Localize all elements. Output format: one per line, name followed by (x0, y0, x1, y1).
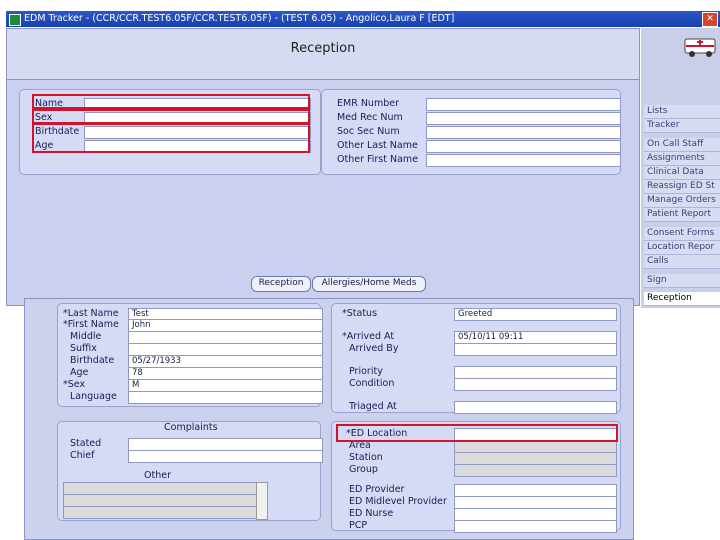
sidebar-item-calls[interactable]: Calls (644, 255, 720, 269)
other-last-name-label: Other Last Name (337, 140, 418, 151)
priority-label: Priority (349, 366, 383, 377)
tab-reception[interactable]: Reception (251, 276, 311, 292)
page-title: Reception (290, 41, 356, 56)
chief-label: Chief (70, 450, 95, 461)
ed-location-highlight-box (336, 424, 618, 442)
patient-search-panel: Name Sex Birthdate Age (19, 89, 321, 175)
pcp-label: PCP (349, 520, 368, 531)
ambulance-icon (684, 38, 716, 57)
patient-info-panel: *Last Name Test *First Name John Middle … (57, 303, 323, 407)
ed-midlevel-provider-label: ED Midlevel Provider (349, 496, 447, 507)
other-complaint-scrollbar[interactable] (256, 482, 268, 520)
header-band: Reception (7, 29, 639, 80)
chief-field[interactable] (128, 450, 323, 463)
soc-sec-num-field[interactable] (426, 126, 621, 139)
birthdate-label-detail: Birthdate (70, 355, 115, 366)
complaints-title: Complaints (164, 422, 218, 433)
location-panel: *ED Location Area Station Group ED Provi… (331, 421, 621, 533)
middle-label: Middle (70, 331, 102, 342)
sex-highlight-box (32, 109, 310, 124)
sidebar-item-tracker[interactable]: Tracker (644, 119, 720, 133)
sidebar-item-clinical-data[interactable]: Clinical Data (644, 166, 720, 180)
visit-status-panel: *Status Greeted *Arrived At 05/10/11 09:… (331, 303, 621, 414)
group-label: Group (349, 464, 378, 475)
condition-field[interactable] (454, 378, 617, 391)
med-rec-num-field[interactable] (426, 112, 621, 125)
sidebar-item-reassign-ed-staff[interactable]: Reassign ED St (644, 180, 720, 194)
sidebar-item-location-report[interactable]: Location Repor (644, 241, 720, 255)
arrived-by-field[interactable] (454, 343, 617, 356)
sidebar-item-patient-reports[interactable]: Patient Report (644, 208, 720, 222)
other-label: Other (144, 470, 171, 481)
group-field[interactable] (454, 464, 617, 477)
tab-allergies-home-meds[interactable]: Allergies/Home Meds (312, 276, 426, 292)
sidebar-item-sign[interactable]: Sign (644, 274, 720, 288)
sidebar-item-manage-orders[interactable]: Manage Orders (644, 194, 720, 208)
emr-number-label: EMR Number (337, 98, 399, 109)
language-label: Language (70, 391, 117, 402)
sidebar-item-lists[interactable]: Lists (644, 105, 720, 119)
condition-label: Condition (349, 378, 395, 389)
soc-sec-num-label: Soc Sec Num (337, 126, 400, 137)
stated-label: Stated (70, 438, 102, 449)
name-highlight-box (32, 94, 310, 109)
other-first-name-label: Other First Name (337, 154, 419, 165)
patient-id-panel: EMR Number Med Rec Num Soc Sec Num Other… (321, 89, 621, 175)
sidebar: Lists Tracker On Call Staff Assignments … (641, 28, 720, 308)
other-first-name-field[interactable] (426, 154, 621, 167)
first-name-label: *First Name (63, 319, 119, 330)
close-button[interactable]: ✕ (702, 12, 718, 27)
birthdate-age-highlight-box (32, 123, 310, 153)
triaged-at-field[interactable] (454, 401, 617, 414)
app-icon (9, 14, 21, 26)
last-name-label: *Last Name (63, 308, 119, 319)
reception-search-window: Reception Name Sex Birthdate Age EMR Num… (6, 28, 640, 306)
language-field[interactable] (128, 391, 323, 404)
other-complaint-line-3[interactable] (63, 506, 260, 519)
status-field[interactable]: Greeted (454, 308, 617, 321)
status-label: *Status (342, 308, 378, 319)
sidebar-item-consent-forms[interactable]: Consent Forms (644, 227, 720, 241)
window-title: EDM Tracker - (CCR/CCR.TEST6.05F/CCR.TES… (24, 13, 455, 24)
station-label: Station (349, 452, 383, 463)
other-last-name-field[interactable] (426, 140, 621, 153)
window-titlebar: EDM Tracker - (CCR/CCR.TEST6.05F/CCR.TES… (6, 11, 720, 27)
triaged-at-label: Triaged At (349, 401, 397, 412)
age-label-detail: Age (70, 367, 89, 378)
emr-number-field[interactable] (426, 98, 621, 111)
arrived-by-label: Arrived By (349, 343, 399, 354)
suffix-label: Suffix (70, 343, 97, 354)
sidebar-item-reception[interactable]: Reception (644, 292, 720, 306)
ed-provider-label: ED Provider (349, 484, 405, 495)
sidebar-item-assignments[interactable]: Assignments (644, 152, 720, 166)
complaints-panel: Complaints Stated Chief Other (57, 421, 323, 521)
sidebar-item-on-call-staff[interactable]: On Call Staff (644, 138, 720, 152)
ed-nurse-label: ED Nurse (349, 508, 394, 519)
pcp-field[interactable] (454, 520, 617, 533)
sex-label-detail: *Sex (63, 379, 86, 390)
arrived-at-label: *Arrived At (342, 331, 395, 342)
reception-detail-window: *Last Name Test *First Name John Middle … (24, 298, 634, 540)
med-rec-num-label: Med Rec Num (337, 112, 403, 123)
